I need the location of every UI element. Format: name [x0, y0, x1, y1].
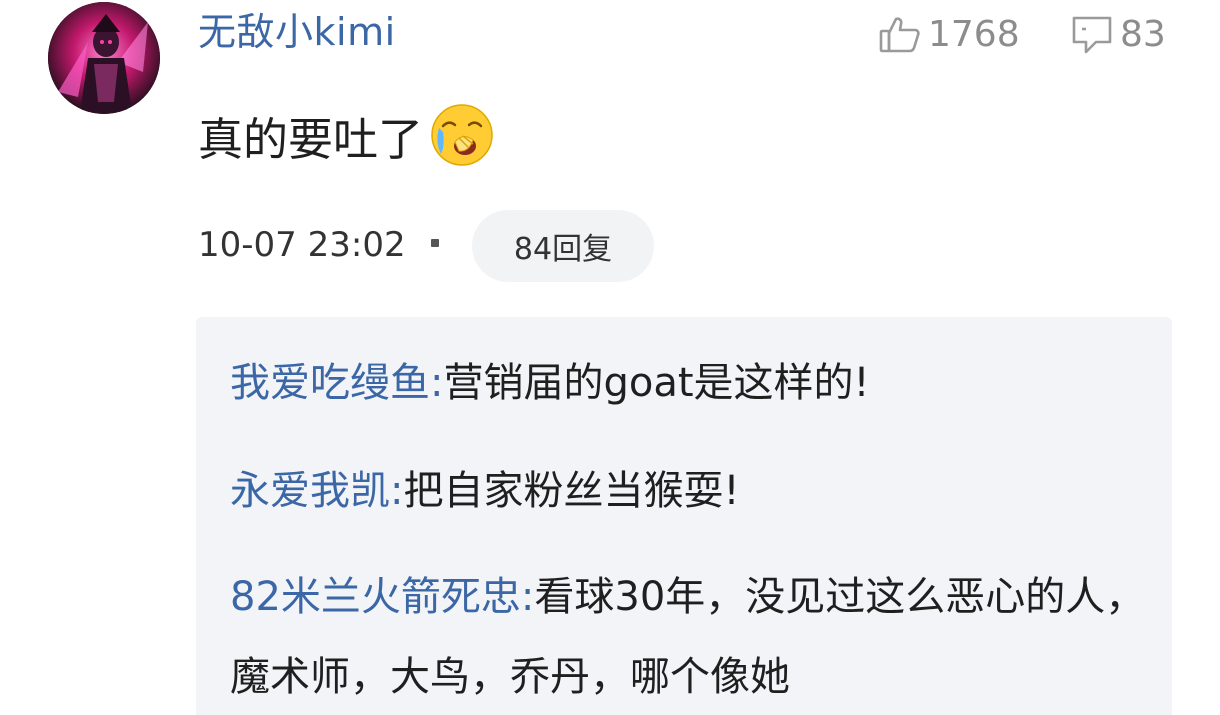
comment-timestamp: 10-07 23:02 — [198, 225, 406, 265]
vomit-crying-emoji-icon — [429, 102, 495, 168]
thumbs-up-icon — [878, 12, 922, 56]
reply-text: 营销届的goat是这样的! — [443, 360, 870, 406]
reply-author[interactable]: 我爱吃缦鱼: — [230, 360, 443, 406]
like-button[interactable]: 1768 — [878, 10, 1020, 58]
comment-card: 无敌小kimi 1768 83 真的要吐了 10-07 23:02 84回复 我… — [0, 0, 1220, 715]
reply-text: 把自家粉丝当猴耍! — [403, 468, 740, 514]
separator-dot — [431, 239, 439, 247]
username[interactable]: 无敌小kimi — [198, 6, 396, 58]
reply-author[interactable]: 永爱我凯: — [230, 468, 403, 514]
comment-button[interactable]: 83 — [1070, 10, 1166, 58]
user-avatar[interactable] — [48, 2, 160, 114]
reply-item[interactable]: 82米兰火箭死忠:看球30年，没见过这么恶心的人，魔术师，大鸟，乔丹，哪个像她 — [230, 557, 1150, 715]
view-replies-button[interactable]: 84回复 — [472, 210, 654, 282]
comment-body: 真的要吐了 — [198, 98, 495, 172]
like-count: 1768 — [928, 13, 1020, 55]
comment-bubble-icon — [1070, 12, 1114, 56]
replies-preview[interactable]: 我爱吃缦鱼:营销届的goat是这样的! 永爱我凯:把自家粉丝当猴耍! 82米兰火… — [196, 317, 1172, 715]
comment-count: 83 — [1120, 13, 1166, 55]
reply-item[interactable]: 我爱吃缦鱼:营销届的goat是这样的! — [230, 341, 1150, 425]
anime-character-avatar-icon — [48, 2, 160, 114]
reply-author[interactable]: 82米兰火箭死忠: — [230, 574, 534, 620]
comment-text: 真的要吐了 — [198, 112, 424, 166]
reply-item[interactable]: 永爱我凯:把自家粉丝当猴耍! — [230, 449, 1150, 533]
